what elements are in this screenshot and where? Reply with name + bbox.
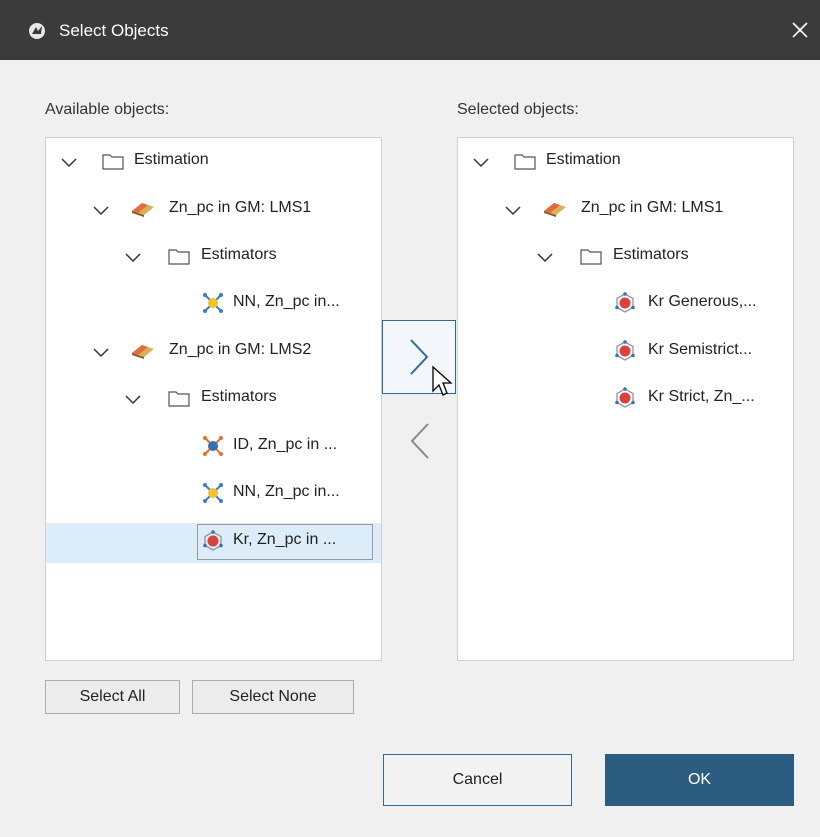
chevron-down-icon[interactable] [123, 389, 143, 409]
selected-objects-tree[interactable]: Estimation Zn_pc in GM: LMS1 Estimators … [457, 137, 794, 661]
folder-icon [580, 249, 602, 265]
inverse-distance-estimator-icon [203, 436, 223, 456]
tree-item-zn-pc-lms2[interactable]: Zn_pc in GM: LMS2 [46, 334, 381, 368]
folder-icon [514, 154, 536, 170]
tree-item-label: Estimation [546, 151, 621, 168]
app-logo-icon [29, 23, 45, 39]
kriging-estimator-icon [615, 292, 635, 313]
tree-item-label: Estimators [613, 246, 689, 263]
chevron-right-icon [410, 339, 429, 375]
select-none-button[interactable]: Select None [192, 680, 354, 714]
tree-item-estimation[interactable]: Estimation [46, 144, 381, 178]
tree-item-kr-generous[interactable]: Kr Generous,... [458, 286, 793, 320]
tree-item-label: Kr, Zn_pc in ... [233, 531, 337, 548]
tree-item-label: Kr Generous,... [648, 293, 757, 310]
tree-item-kr-strict[interactable]: Kr Strict, Zn_... [458, 381, 793, 415]
chevron-down-icon[interactable] [59, 152, 79, 172]
tree-item-label: Estimators [201, 246, 277, 263]
chevron-down-icon[interactable] [91, 342, 111, 362]
selected-objects-label: Selected objects: [457, 101, 579, 118]
tree-item-label: Kr Strict, Zn_... [648, 388, 755, 405]
kriging-estimator-icon [615, 340, 635, 361]
chevron-down-icon[interactable] [535, 247, 555, 267]
tree-item-estimators[interactable]: Estimators [46, 381, 381, 415]
select-all-button[interactable]: Select All [45, 680, 180, 714]
kriging-estimator-icon [203, 530, 223, 551]
tree-item-zn-pc-lms1[interactable]: Zn_pc in GM: LMS1 [46, 192, 381, 226]
tree-item-label: Estimators [201, 388, 277, 405]
tree-item-nn-estimator[interactable]: NN, Zn_pc in... [46, 286, 381, 320]
tree-item-label: Kr Semistrict... [648, 341, 753, 358]
tree-item-nn-estimator[interactable]: NN, Zn_pc in... [46, 476, 381, 510]
geological-model-icon [132, 345, 154, 359]
tree-item-estimators[interactable]: Estimators [46, 239, 381, 273]
title-bar: Select Objects [0, 0, 820, 60]
cancel-button-label: Cancel [452, 771, 503, 788]
folder-icon [102, 154, 124, 170]
kriging-estimator-icon [615, 387, 635, 408]
chevron-down-icon[interactable] [503, 200, 523, 220]
chevron-left-icon [410, 423, 429, 459]
tree-item-label: Estimation [134, 151, 209, 168]
available-objects-tree[interactable]: Estimation Zn_pc in GM: LMS1 Estimators … [45, 137, 382, 661]
folder-icon [168, 391, 190, 407]
tree-item-label: Zn_pc in GM: LMS1 [581, 199, 724, 216]
tree-item-kr-semistrict[interactable]: Kr Semistrict... [458, 334, 793, 368]
tree-item-estimators[interactable]: Estimators [458, 239, 793, 273]
window-title: Select Objects [59, 21, 169, 40]
tree-item-label: Zn_pc in GM: LMS1 [169, 199, 312, 216]
ok-button[interactable]: OK [605, 754, 794, 806]
available-objects-label: Available objects: [45, 101, 170, 118]
nearest-neighbour-estimator-icon [203, 293, 223, 313]
chevron-down-icon[interactable] [123, 247, 143, 267]
tree-item-zn-pc-lms1[interactable]: Zn_pc in GM: LMS1 [458, 192, 793, 226]
nearest-neighbour-estimator-icon [203, 483, 223, 503]
chevron-down-icon[interactable] [91, 200, 111, 220]
cancel-button[interactable]: Cancel [383, 754, 572, 806]
remove-from-selected-button[interactable] [400, 415, 440, 471]
mouse-pointer-icon [432, 365, 453, 396]
tree-item-id-estimator[interactable]: ID, Zn_pc in ... [46, 429, 381, 463]
chevron-down-icon[interactable] [471, 152, 491, 172]
close-icon[interactable] [788, 18, 812, 42]
tree-item-label: NN, Zn_pc in... [233, 293, 340, 310]
geological-model-icon [132, 203, 154, 217]
tree-item-label: Zn_pc in GM: LMS2 [169, 341, 312, 358]
geological-model-icon [544, 203, 566, 217]
tree-item-kr-estimator[interactable]: Kr, Zn_pc in ... [46, 523, 381, 563]
tree-item-label: NN, Zn_pc in... [233, 483, 340, 500]
ok-button-label: OK [687, 771, 712, 788]
tree-item-label: ID, Zn_pc in ... [233, 436, 338, 453]
folder-icon [168, 249, 190, 265]
tree-item-estimation[interactable]: Estimation [458, 144, 793, 178]
